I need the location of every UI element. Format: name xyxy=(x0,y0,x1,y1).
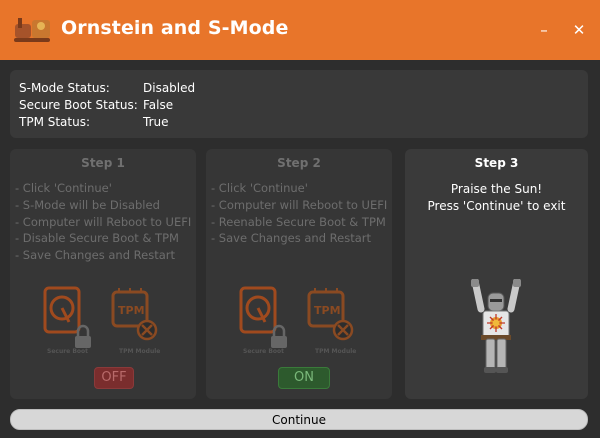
step-title: Step 1 xyxy=(81,156,125,170)
status-row-secure-boot: Secure Boot Status: False xyxy=(19,98,173,112)
status-row-tpm: TPM Status: True xyxy=(19,115,169,129)
lock-icon xyxy=(75,324,91,348)
hard-drive-icon xyxy=(239,286,277,334)
secure-boot-tpm-illustration: Secure Boot TPM TPM Module xyxy=(239,286,356,355)
secure-boot-tpm-illustration: Secure Boot TPM TPM Module xyxy=(43,286,160,355)
step-2-instructions: - Click 'Continue' - Computer will Reboo… xyxy=(211,180,387,247)
step-title: Step 3 xyxy=(474,156,519,170)
app-logo-icon xyxy=(14,18,50,42)
list-item: - Click 'Continue' xyxy=(211,181,308,195)
status-row-smode: S-Mode Status: Disabled xyxy=(19,81,195,95)
exit-instruction: Press 'Continue' to exit xyxy=(427,199,566,213)
close-button[interactable]: ✕ xyxy=(569,20,589,40)
step-1-instructions: - Click 'Continue' - S-Mode will be Disa… xyxy=(15,180,191,264)
list-item: - Save Changes and Restart xyxy=(211,231,371,246)
lock-icon xyxy=(271,324,287,348)
praise-line: Praise the Sun! xyxy=(450,182,543,196)
tpm-chip-text: TPM xyxy=(314,304,341,317)
status-value: Disabled xyxy=(143,81,196,95)
minimize-button[interactable]: – xyxy=(534,20,554,40)
status-value: True xyxy=(143,115,169,129)
secure-boot-label: Secure Boot xyxy=(243,348,284,355)
tpm-chip-icon: TPM xyxy=(111,288,149,328)
list-item: - Click 'Continue' xyxy=(15,181,112,195)
step-title: Step 2 xyxy=(277,156,321,170)
secure-boot-label: Secure Boot xyxy=(47,348,88,355)
status-label: Secure Boot Status: xyxy=(19,98,138,112)
status-label: TPM Status: xyxy=(19,115,91,129)
step-1-panel: Step 1 - Click 'Continue' - S-Mode will … xyxy=(10,149,196,399)
list-item: - Computer will Reboot to UEFI xyxy=(15,214,192,229)
tpm-chip-text: TPM xyxy=(118,304,145,317)
tpm-chip-icon: TPM xyxy=(307,288,345,328)
list-item: - S-Mode will be Disabled xyxy=(15,197,160,212)
list-item: - Save Changes and Restart xyxy=(15,248,175,263)
tpm-module-label: TPM Module xyxy=(315,348,356,355)
app-title: Ornstein and S-Mode xyxy=(61,17,289,39)
secure-boot-toggle-on: ON xyxy=(278,367,330,389)
main-window: Ornstein and S-Mode – ✕ S-Mode Status: Di… xyxy=(0,0,600,438)
title-bar: Ornstein and S-Mode – ✕ xyxy=(0,0,600,60)
status-label: S-Mode Status: xyxy=(19,81,110,95)
status-value: False xyxy=(143,98,174,112)
continue-button[interactable]: Continue xyxy=(10,409,588,430)
list-item: - Computer will Reboot to UEFI xyxy=(211,197,388,212)
tpm-module-label: TPM Module xyxy=(119,348,160,355)
hard-drive-icon xyxy=(43,286,81,334)
step-3-message: Praise the Sun! Press 'Continue' to exit xyxy=(405,181,588,215)
list-item: - Reenable Secure Boot & TPM xyxy=(211,214,386,229)
disabled-x-icon xyxy=(332,319,354,341)
list-item: - Disable Secure Boot & TPM xyxy=(15,231,179,246)
secure-boot-toggle-off: OFF xyxy=(94,367,134,389)
solaire-knight-icon xyxy=(471,279,521,373)
step-3-panel: Step 3 Praise the Sun! Press 'Continue' … xyxy=(405,149,588,399)
step-2-panel: Step 2 - Click 'Continue' - Computer wil… xyxy=(206,149,392,399)
status-panel: S-Mode Status: Disabled Secure Boot Statu… xyxy=(10,70,588,138)
disabled-x-icon xyxy=(136,319,158,341)
